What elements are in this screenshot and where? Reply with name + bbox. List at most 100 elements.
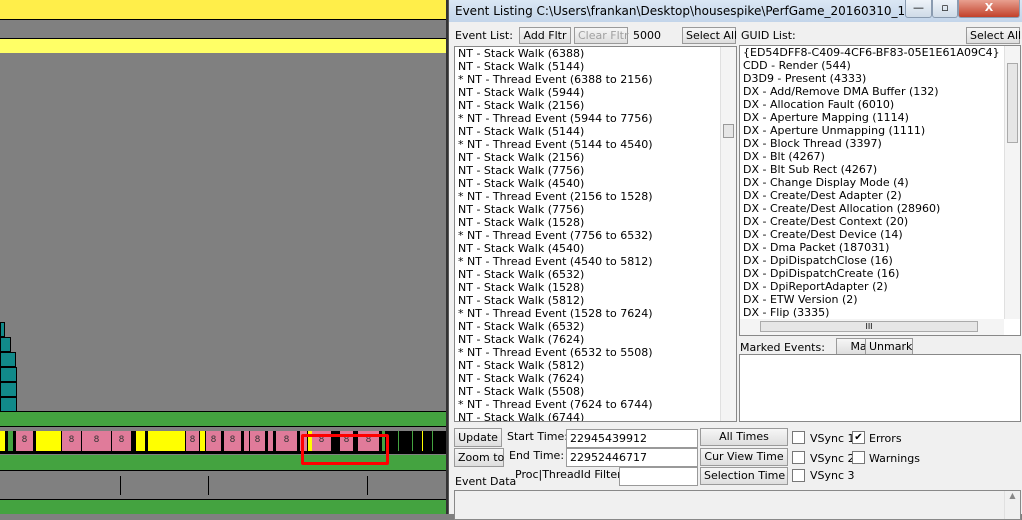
event-block: 8 — [186, 431, 200, 451]
event-list-item[interactable]: * NT - Thread Event (6532 to 5508) — [455, 346, 736, 359]
event-list-item[interactable]: * NT - Thread Event (5944 to 7756) — [455, 112, 736, 125]
event-list-item[interactable]: NT - Stack Walk (4540) — [455, 242, 736, 255]
end-time-input[interactable]: 22952446717 — [566, 448, 698, 467]
vsync3-checkbox[interactable] — [792, 469, 805, 482]
marked-events-list[interactable] — [739, 354, 1021, 422]
event-list[interactable]: NT - Stack Walk (6388) NT - Stack Walk (5… — [454, 46, 737, 422]
teal-block — [0, 322, 5, 337]
guid-list-item[interactable]: DX - Block Thread (3397) — [740, 137, 1020, 150]
warnings-checkbox[interactable] — [852, 451, 865, 464]
unmark-button[interactable]: Unmark — [865, 338, 913, 355]
event-listing-window: Event Listing C:\Users\frankan\Desktop\h… — [448, 0, 1022, 520]
event-block: 8 — [16, 431, 34, 451]
scroll-up-icon[interactable]: ▲ — [1004, 491, 1020, 519]
guid-list-item[interactable]: DX - ETW Version (2) — [740, 293, 1020, 306]
maximize-button[interactable]: ▫ — [932, 0, 958, 18]
event-block — [268, 431, 274, 451]
event-block — [0, 431, 6, 451]
update-button[interactable]: Update — [454, 428, 502, 447]
event-block — [412, 431, 414, 451]
timeline-view[interactable]: 888888888888 — [0, 0, 448, 514]
event-list-item[interactable]: NT - Stack Walk (7624) — [455, 372, 736, 385]
guid-list-item[interactable]: D3D9 - Present (4333) — [740, 72, 1020, 85]
event-list-item[interactable]: NT - Stack Walk (7756) — [455, 203, 736, 216]
event-data-box[interactable]: ▲ — [454, 490, 1021, 520]
event-list-item[interactable]: NT - Stack Walk (2156) — [455, 99, 736, 112]
event-count: 5000 — [633, 29, 661, 42]
start-time-input[interactable]: 22945439912 — [566, 429, 698, 448]
event-list-item[interactable]: NT - Stack Walk (5944) — [455, 86, 736, 99]
event-list-item[interactable]: NT - Stack Walk (6532) — [455, 320, 736, 333]
guid-list-item[interactable]: DX - Change Display Mode (4) — [740, 176, 1020, 189]
marked-events-label: Marked Events: — [740, 341, 825, 354]
guid-list-item[interactable]: DX - DpiDispatchClose (16) — [740, 254, 1020, 267]
event-list-item[interactable]: * NT - Thread Event (7756 to 6532) — [455, 229, 736, 242]
event-block: 8 — [250, 431, 266, 451]
all-times-button[interactable]: All Times — [700, 428, 788, 446]
guid-list-vscrollbar[interactable] — [1004, 46, 1020, 319]
event-list-item[interactable]: * NT - Thread Event (7624 to 6744) — [455, 398, 736, 411]
event-block: 8 — [62, 431, 82, 451]
close-button[interactable]: X — [958, 0, 1020, 18]
event-list-item[interactable]: NT - Stack Walk (4540) — [455, 177, 736, 190]
zoom-to-button[interactable]: Zoom to — [454, 448, 504, 467]
event-block — [36, 431, 62, 451]
scroll-thumb[interactable]: III — [760, 321, 978, 332]
event-list-item[interactable]: NT - Stack Walk (7624) — [455, 333, 736, 346]
guid-list-hscrollbar[interactable]: III — [740, 319, 1004, 335]
guid-list-item[interactable]: DX - Create/Dest Device (14) — [740, 228, 1020, 241]
event-list-item[interactable]: NT - Stack Walk (1528) — [455, 216, 736, 229]
guid-list-item[interactable]: DX - Aperture Mapping (1114) — [740, 111, 1020, 124]
event-list-item[interactable]: * NT - Thread Event (2156 to 1528) — [455, 190, 736, 203]
proc-thread-filter-input[interactable] — [619, 467, 698, 486]
guid-list-item[interactable]: DX - Aperture Unmapping (1111) — [740, 124, 1020, 137]
end-time-label: End Time: — [509, 449, 565, 462]
guid-list-item[interactable]: DX - Create/Dest Allocation (28960) — [740, 202, 1020, 215]
event-list-scrollbar[interactable] — [720, 47, 736, 421]
event-list-item[interactable]: NT - Stack Walk (5812) — [455, 294, 736, 307]
event-list-item[interactable]: NT - Stack Walk (2156) — [455, 151, 736, 164]
guid-list-item[interactable]: DX - DpiReportAdapter (2) — [740, 280, 1020, 293]
event-list-item[interactable]: NT - Stack Walk (7756) — [455, 164, 736, 177]
guid-list-item[interactable]: {ED54DFF8-C409-4CF6-BF83-05E1E61A09C4} (… — [740, 46, 1020, 59]
guid-list[interactable]: {ED54DFF8-C409-4CF6-BF83-05E1E61A09C4} (… — [739, 45, 1021, 336]
event-list-item[interactable]: NT - Stack Walk (6744) — [455, 411, 736, 421]
event-list-item[interactable]: NT - Stack Walk (1528) — [455, 281, 736, 294]
time-tick — [208, 476, 209, 495]
scroll-thumb[interactable] — [723, 124, 734, 138]
selection-time-button[interactable]: Selection Time — [700, 467, 788, 485]
guid-list-item[interactable]: DX - Add/Remove DMA Buffer (132) — [740, 85, 1020, 98]
guid-list-item[interactable]: DX - Dma Packet (187031) — [740, 241, 1020, 254]
guid-list-item[interactable]: DX - Allocation Fault (6010) — [740, 98, 1020, 111]
guid-list-item[interactable]: DX - Create/Dest Adapter (2) — [740, 189, 1020, 202]
add-filter-button[interactable]: Add Fltr — [519, 27, 571, 44]
timeline-track-yellow — [0, 0, 446, 20]
event-list-item[interactable]: * NT - Thread Event (6388 to 2156) — [455, 73, 736, 86]
guid-list-item[interactable]: DX - Flip (3335) — [740, 306, 1020, 319]
event-block — [148, 431, 186, 451]
errors-checkbox[interactable]: ✔ — [852, 431, 865, 444]
guid-list-item[interactable]: DX - Create/Dest Context (20) — [740, 215, 1020, 228]
guid-list-item[interactable]: DX - Blt (4267) — [740, 150, 1020, 163]
event-list-item[interactable]: NT - Stack Walk (5812) — [455, 359, 736, 372]
event-list-item[interactable]: NT - Stack Walk (5144) — [455, 125, 736, 138]
event-select-all-button[interactable]: Select All — [682, 27, 737, 44]
event-list-item[interactable]: NT - Stack Walk (6532) — [455, 268, 736, 281]
guid-list-item[interactable]: DX - DpiDispatchCreate (16) — [740, 267, 1020, 280]
scroll-thumb[interactable] — [1007, 63, 1018, 143]
vsync1-checkbox[interactable] — [792, 431, 805, 444]
cur-view-time-button[interactable]: Cur View Time — [700, 448, 788, 466]
event-list-item[interactable]: NT - Stack Walk (5144) — [455, 60, 736, 73]
event-block — [398, 431, 400, 451]
event-list-item[interactable]: * NT - Thread Event (5144 to 4540) — [455, 138, 736, 151]
guid-list-item[interactable]: DX - Blt Sub Rect (4267) — [740, 163, 1020, 176]
event-list-item[interactable]: NT - Stack Walk (5508) — [455, 385, 736, 398]
event-list-item[interactable]: * NT - Thread Event (4540 to 5812) — [455, 255, 736, 268]
minimize-button[interactable]: — — [905, 0, 932, 18]
guid-list-item[interactable]: CDD - Render (544) — [740, 59, 1020, 72]
guid-select-all-button[interactable]: Select All — [966, 27, 1021, 44]
event-block: 8 — [206, 431, 222, 451]
event-list-item[interactable]: * NT - Thread Event (1528 to 7624) — [455, 307, 736, 320]
event-list-item[interactable]: NT - Stack Walk (6388) — [455, 47, 736, 60]
vsync2-checkbox[interactable] — [792, 451, 805, 464]
